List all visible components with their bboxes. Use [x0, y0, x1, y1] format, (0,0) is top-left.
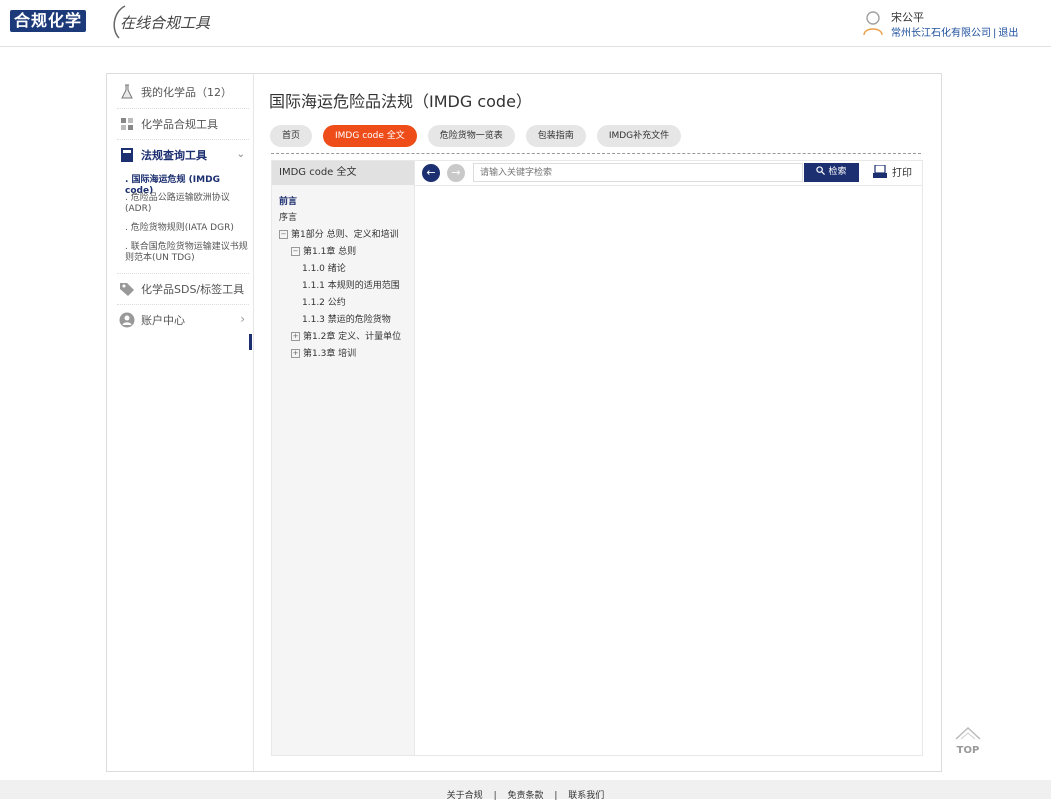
print-icon: [873, 164, 887, 178]
user-company-line: 常州长江石化有限公司 | 退出: [891, 24, 1018, 39]
tree-node-1-1-2[interactable]: 1.1.2 公约: [302, 295, 346, 308]
tab-imdg-supplement[interactable]: IMDG补充文件: [596, 125, 682, 147]
expand-icon[interactable]: +: [291, 349, 300, 358]
tree-header: IMDG code 全文: [272, 161, 414, 185]
tree-node-chapter-1-2[interactable]: + 第1.2章 定义、计量单位: [291, 329, 401, 342]
print-button[interactable]: 打印: [872, 164, 912, 179]
book-icon: [121, 148, 133, 162]
sidebar: 我的化学品（12） 化学品合规工具 法规查询工具 ⌄ . 国际海运危规 (IMD…: [107, 74, 254, 771]
user-avatar-icon: [863, 11, 883, 36]
tree-node-label: 第1.2章 定义、计量单位: [303, 332, 402, 342]
sidebar-item-label: 法规查询工具: [141, 149, 207, 162]
logout-link[interactable]: 退出: [998, 28, 1018, 39]
tree-node-label: 第1.1章 总则: [303, 247, 357, 257]
tree-node-chapter-1-3[interactable]: + 第1.3章 培训: [291, 346, 356, 359]
tree-node-1-1-3[interactable]: 1.1.3 禁运的危险货物: [302, 312, 391, 325]
tree-node-1-1-0[interactable]: 1.1.0 绪论: [302, 261, 346, 274]
tools-icon: [121, 118, 133, 130]
search-button[interactable]: 检索: [804, 163, 859, 182]
tab-home[interactable]: 首页: [270, 125, 313, 147]
tree-node-label: 第1.3章 培训: [303, 349, 357, 359]
page-title: 国际海运危险品法规（IMDG code）: [269, 92, 532, 111]
tab-packing-guide[interactable]: 包装指南: [525, 125, 586, 147]
search-icon: [816, 166, 826, 175]
forward-arrow-icon[interactable]: →: [447, 164, 465, 182]
footer: 关于合规 | 免责条款 | 联系我们: [0, 780, 1051, 801]
tab-imdg-full-text[interactable]: IMDG code 全文: [323, 125, 417, 147]
logo[interactable]: 合规化学: [10, 10, 87, 32]
search-button-label: 检索: [828, 167, 847, 177]
tree-node-label: 第1部分 总则、定义和培训: [291, 230, 399, 240]
tab-dangerous-goods-list[interactable]: 危险货物一览表: [427, 125, 515, 147]
footer-links: 关于合规 | 免责条款 | 联系我们: [0, 788, 1051, 801]
tree-node-1-1-1[interactable]: 1.1.1 本规则的适用范围: [302, 278, 400, 291]
print-label: 打印: [892, 168, 912, 179]
dashed-divider: [271, 153, 921, 154]
separator: |: [993, 28, 997, 39]
chevron-right-icon[interactable]: ›: [240, 312, 245, 326]
header: 合规化学 在线合规工具 宋公平 常州长江石化有限公司 | 退出: [0, 0, 1051, 47]
active-marker: [249, 334, 252, 350]
user-company: 常州长江石化有限公司: [891, 28, 991, 39]
logo-subtitle: 在线合规工具: [120, 14, 211, 32]
sidebar-item-label: 我的化学品（12）: [141, 86, 232, 99]
tree-node-foreword[interactable]: 前言: [279, 194, 297, 207]
expand-icon[interactable]: +: [291, 332, 300, 341]
user-name: 宋公平: [891, 11, 924, 24]
collapse-icon[interactable]: −: [279, 230, 288, 239]
user-icon: [119, 312, 135, 328]
tree-node-preface[interactable]: 序言: [279, 210, 297, 223]
sub-item-adr[interactable]: . 危险品公路运输欧洲协议 (ADR): [125, 193, 249, 215]
chevron-down-icon[interactable]: ⌄: [237, 149, 245, 160]
back-to-top-button[interactable]: TOP: [953, 726, 983, 756]
footer-link-about[interactable]: 关于合规: [447, 791, 483, 801]
footer-separator: |: [493, 791, 497, 801]
tree-node-chapter-1-1[interactable]: − 第1.1章 总则: [291, 244, 356, 257]
chevron-up-icon: [955, 726, 981, 740]
sidebar-item-sds-label[interactable]: 化学品SDS/标签工具: [107, 274, 253, 304]
footer-link-contact[interactable]: 联系我们: [568, 791, 604, 801]
sub-item-iata-dgr[interactable]: . 危险货物规则(IATA DGR): [125, 223, 249, 234]
content-panel: IMDG code 全文 前言 序言 − 第1部分 总则、定义和培训 − 第1.1章…: [271, 160, 923, 756]
tag-icon: [120, 283, 134, 296]
top-label: TOP: [956, 745, 980, 756]
sidebar-item-compliance-tools[interactable]: 化学品合规工具: [107, 109, 253, 139]
footer-link-disclaimer[interactable]: 免责条款: [507, 791, 543, 801]
sidebar-item-label: 化学品合规工具: [141, 118, 218, 131]
sidebar-item-account[interactable]: 账户中心 ›: [107, 305, 253, 335]
sub-item-un-tdg[interactable]: . 联合国危险货物运输建议书规则范本(UN TDG): [125, 242, 249, 264]
tree-panel: IMDG code 全文 前言 序言 − 第1部分 总则、定义和培训 − 第1.1章…: [272, 161, 415, 755]
back-arrow-icon[interactable]: ←: [422, 164, 440, 182]
sidebar-item-regulation-query[interactable]: 法规查询工具 ⌄: [107, 140, 253, 170]
footer-separator: |: [554, 791, 558, 801]
main-frame: 我的化学品（12） 化学品合规工具 法规查询工具 ⌄ . 国际海运危规 (IMD…: [106, 73, 942, 772]
tab-bar: 首页 IMDG code 全文 危险货物一览表 包装指南 IMDG补充文件: [270, 125, 682, 147]
tree-node-part1[interactable]: − 第1部分 总则、定义和培训: [279, 227, 399, 240]
sidebar-item-label: 化学品SDS/标签工具: [141, 283, 245, 296]
search-input[interactable]: [473, 163, 803, 182]
flask-icon: [121, 84, 133, 99]
toolbar: ← → 检索 打印: [415, 161, 922, 186]
collapse-icon[interactable]: −: [291, 247, 300, 256]
sidebar-item-label: 账户中心: [141, 314, 185, 327]
sidebar-item-my-chemicals[interactable]: 我的化学品（12）: [107, 77, 253, 107]
